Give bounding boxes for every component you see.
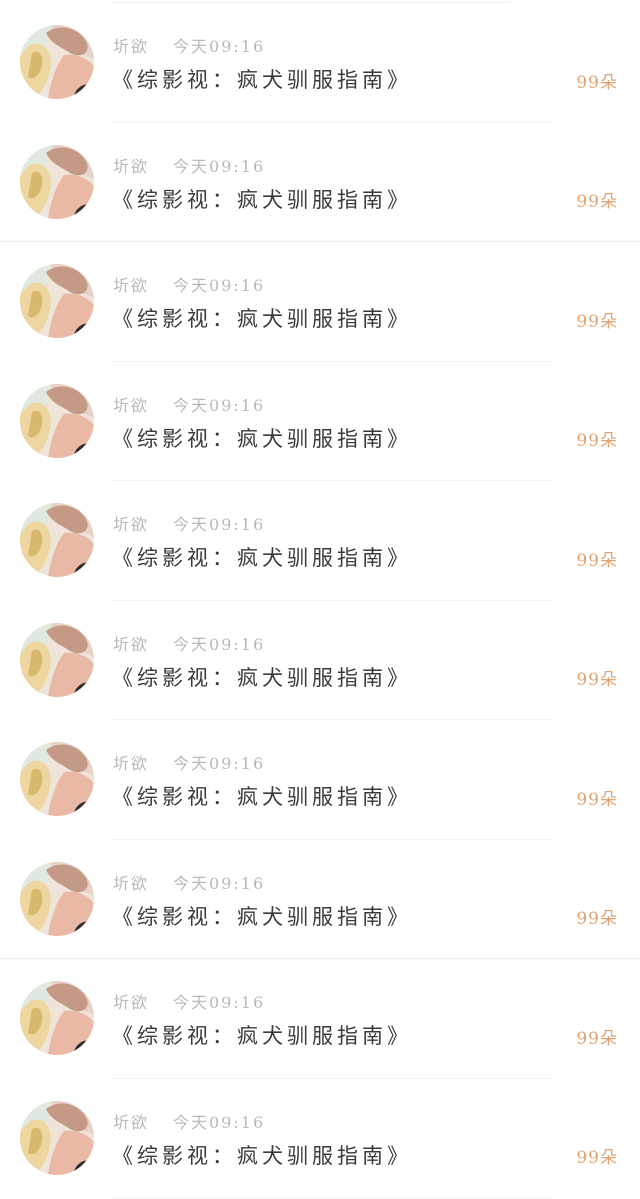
list-item[interactable]: 圻欲 今天09:16 《综影视：疯犬驯服指南》 99朵 [0,242,640,362]
flower-count: 99朵 [576,431,618,451]
list-item[interactable]: 圻欲 今天09:16 《综影视：疯犬驯服指南》 99朵 [0,720,640,840]
flower-count: 99朵 [576,1148,618,1168]
book-title: 《综影视：疯犬驯服指南》 [112,546,412,570]
post-time: 今天09:16 [173,515,266,534]
post-time: 今天09:16 [173,156,266,176]
post-time: 今天09:16 [173,37,266,56]
book-title: 《综影视：疯犬驯服指南》 [112,307,412,331]
post-time: 今天09:16 [173,754,266,773]
avatar[interactable] [20,25,94,99]
book-title: 《综影视：疯犬驯服指南》 [112,1024,412,1048]
item-meta: 圻欲 今天09:16 [113,989,265,1013]
avatar[interactable] [20,861,94,936]
book-title: 《综影视：疯犬驯服指南》 [112,785,412,809]
avatar[interactable] [20,981,94,1055]
author-name: 圻欲 [113,634,150,654]
item-meta: 圻欲 今天09:16 [113,392,265,416]
item-meta: 圻欲 今天09:16 [113,272,265,296]
post-time: 今天09:16 [173,1112,266,1132]
flower-count: 99朵 [576,72,618,93]
author-name: 圻欲 [113,754,150,773]
author-name: 圻欲 [113,276,150,295]
item-meta: 圻欲 今天09:16 [113,631,265,655]
list-item[interactable]: 圻欲 今天09:16 《综影视：疯犬驯服指南》 99朵 [0,959,640,1079]
avatar[interactable] [20,264,94,338]
post-time: 今天09:16 [173,276,266,295]
avatar[interactable] [20,1100,94,1175]
flower-count: 99朵 [576,192,618,212]
post-time: 今天09:16 [173,634,266,654]
book-title: 《综影视：疯犬驯服指南》 [112,1143,412,1168]
post-time: 今天09:16 [173,873,266,893]
book-title: 《综影视：疯犬驯服指南》 [112,426,412,451]
item-meta: 圻欲 今天09:16 [113,870,265,894]
flower-count: 99朵 [576,311,618,332]
book-title: 《综影视：疯犬驯服指南》 [112,68,412,92]
flower-count: 99朵 [576,550,618,571]
avatar[interactable] [20,503,94,577]
list-item[interactable]: 圻欲 今天09:16 《综影视：疯犬驯服指南》 99朵 [0,840,640,960]
post-time: 今天09:16 [173,395,266,415]
list-item[interactable]: 圻欲 今天09:16 《综影视：疯犬驯服指南》 99朵 [0,1079,640,1199]
item-meta: 圻欲 今天09:16 [113,750,265,774]
flower-count: 99朵 [576,789,618,810]
avatar[interactable] [20,622,94,697]
book-title: 《综影视：疯犬驯服指南》 [112,904,412,929]
list-item[interactable]: 圻欲 今天09:16 《综影视：疯犬驯服指南》 99朵 [0,601,640,721]
list-item[interactable]: 圻欲 今天09:16 《综影视：疯犬驯服指南》 99朵 [0,123,640,243]
item-meta: 圻欲 今天09:16 [113,511,265,535]
author-name: 圻欲 [113,395,150,415]
flower-count: 99朵 [576,670,618,690]
author-name: 圻欲 [113,156,150,176]
book-title: 《综影视：疯犬驯服指南》 [112,665,412,690]
gift-record-list: 圻欲 今天09:16 《综影视：疯犬驯服指南》 99朵 圻欲 今天09:16 《… [0,3,640,1198]
list-item[interactable]: 圻欲 今天09:16 《综影视：疯犬驯服指南》 99朵 [0,362,640,482]
author-name: 圻欲 [113,873,150,893]
avatar[interactable] [20,742,94,816]
avatar[interactable] [20,144,94,219]
flower-count: 99朵 [576,909,618,929]
flower-count: 99朵 [576,1028,618,1049]
book-title: 《综影视：疯犬驯服指南》 [112,187,412,212]
list-item[interactable]: 圻欲 今天09:16 《综影视：疯犬驯服指南》 99朵 [0,481,640,601]
author-name: 圻欲 [113,1112,150,1132]
item-meta: 圻欲 今天09:16 [113,1109,265,1133]
list-item[interactable]: 圻欲 今天09:16 《综影视：疯犬驯服指南》 99朵 [0,3,640,123]
item-meta: 圻欲 今天09:16 [113,153,265,177]
avatar[interactable] [20,383,94,458]
post-time: 今天09:16 [173,993,266,1012]
author-name: 圻欲 [113,993,150,1012]
author-name: 圻欲 [113,37,150,56]
author-name: 圻欲 [113,515,150,534]
item-meta: 圻欲 今天09:16 [113,33,265,57]
